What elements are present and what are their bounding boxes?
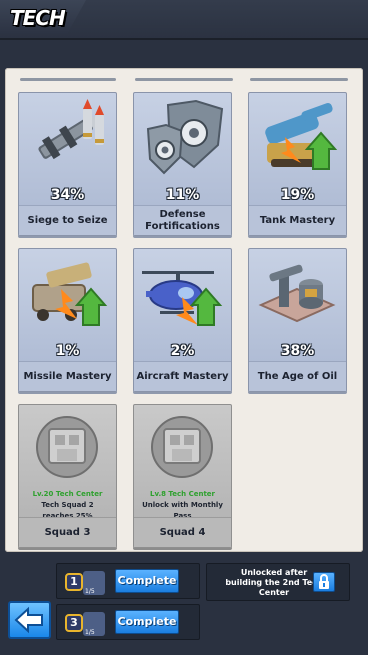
shield-gears-icon (146, 99, 224, 175)
arrow-left-icon (14, 606, 43, 634)
unlock-message: Unlocked after building the 2nd Tech Cen… (225, 568, 323, 597)
complete-button[interactable]: Complete (115, 610, 179, 634)
progress-percent: 38% (280, 343, 315, 359)
tech-card-squad-3[interactable]: Lv.20 Tech Center Tech Squad 2 reaches 2… (18, 404, 117, 548)
tech-card-missile-mastery[interactable]: 1% Missile Mastery (18, 248, 117, 392)
page-title: TECH (10, 6, 66, 30)
column-separator (135, 78, 233, 81)
tech-card-squad-4[interactable]: Lv.8 Tech Center Unlock with Monthly Pas… (133, 404, 232, 548)
lock-button[interactable] (313, 572, 335, 592)
requirement-title: Lv.20 Tech Center (32, 490, 103, 498)
requirement-title: Lv.8 Tech Center (150, 490, 215, 498)
complete-button[interactable]: Complete (115, 569, 179, 593)
queue-number-badge: 3 (65, 614, 83, 632)
tech-center-locked-icon (36, 416, 98, 478)
tech-card-tank-mastery[interactable]: 19% Tank Mastery (248, 92, 347, 236)
card-title: Tank Mastery (259, 215, 336, 226)
column-separator (20, 78, 116, 81)
tech-card-siege-to-seize[interactable]: 34% Siege to Seize (18, 92, 117, 236)
queue-number-badge: 1 (65, 573, 83, 591)
progress-percent: 19% (280, 187, 315, 203)
progress-percent: 11% (165, 187, 200, 203)
tech-card-defense-fortifications[interactable]: 11% Defense Fortifications (133, 92, 232, 236)
top-bar: TECH (0, 0, 368, 40)
card-title: Missile Mastery (23, 371, 112, 382)
oil-pump-icon (258, 264, 336, 323)
card-title: Aircraft Mastery (136, 371, 229, 382)
tech-panel: 34% Siege to Seize 11% Defense Fortifica… (5, 68, 363, 552)
progress-percent: 1% (55, 343, 80, 359)
tech-card-the-age-of-oil[interactable]: 38% The Age of Oil (248, 248, 347, 392)
locked-queue-slot: Unlocked after building the 2nd Tech Cen… (206, 563, 350, 601)
artillery-shells-icon (38, 99, 104, 160)
card-title: Siege to Seize (27, 215, 108, 226)
column-separator (250, 78, 348, 81)
card-title: Defense Fortifications (145, 209, 220, 232)
research-queue-slot: 1 1/5 Complete (56, 563, 200, 599)
tank-upgrade-icon (265, 102, 338, 170)
card-title: Squad 3 (44, 527, 91, 538)
missile-truck-icon (32, 262, 108, 326)
queue-count: 1/5 (85, 629, 95, 636)
back-button[interactable] (8, 601, 51, 639)
research-queue-slot: 3 1/5 Complete (56, 604, 200, 640)
tech-center-locked-icon (151, 416, 213, 478)
tech-card-aircraft-mastery[interactable]: 2% Aircraft Mastery (133, 248, 232, 392)
helicopter-upgrade-icon (142, 271, 223, 326)
card-title: Squad 4 (159, 527, 206, 538)
card-title: The Age of Oil (257, 371, 338, 382)
queue-count: 1/5 (85, 588, 95, 595)
progress-percent: 34% (50, 187, 85, 203)
progress-percent: 2% (170, 343, 195, 359)
lock-icon (319, 574, 329, 589)
